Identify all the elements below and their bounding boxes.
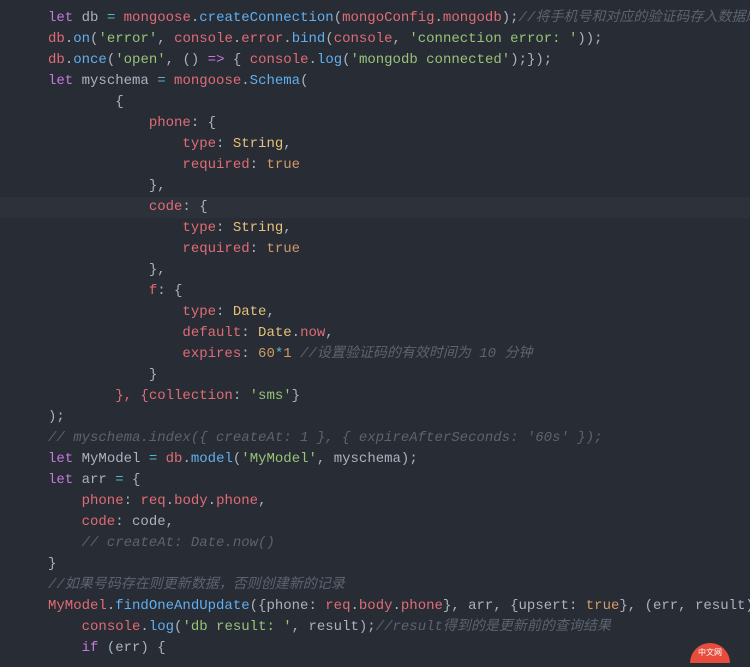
code-line: ); xyxy=(48,407,750,428)
code-line: type: Date, xyxy=(48,302,750,323)
code-line: db.on('error', console.error.bind(consol… xyxy=(48,29,750,50)
code-line: { xyxy=(48,92,750,113)
code-line: required: true xyxy=(48,239,750,260)
code-line: type: String, xyxy=(48,218,750,239)
code-line: if (err) { xyxy=(48,638,750,659)
code-line: let db = mongoose.createConnection(mongo… xyxy=(48,8,750,29)
code-line: required: true xyxy=(48,155,750,176)
code-line: code: code, xyxy=(48,512,750,533)
code-line: // createAt: Date.now() xyxy=(48,533,750,554)
code-line: } xyxy=(48,554,750,575)
code-line: }, xyxy=(48,176,750,197)
code-line: f: { xyxy=(48,281,750,302)
code-line: let MyModel = db.model('MyModel', mysche… xyxy=(48,449,750,470)
code-line: db.once('open', () => { console.log('mon… xyxy=(48,50,750,71)
code-line: expires: 60*1 //设置验证码的有效时间为 10 分钟 xyxy=(48,344,750,365)
code-line: default: Date.now, xyxy=(48,323,750,344)
code-line: type: String, xyxy=(48,134,750,155)
code-line: }, xyxy=(48,260,750,281)
code-line: let myschema = mongoose.Schema( xyxy=(48,71,750,92)
code-line: //如果号码存在则更新数据，否则创建新的记录 xyxy=(48,575,750,596)
code-line: phone: req.body.phone, xyxy=(48,491,750,512)
code-line: phone: { xyxy=(48,113,750,134)
code-line: console.log('db result: ', result);//res… xyxy=(48,617,750,638)
code-line: MyModel.findOneAndUpdate({phone: req.bod… xyxy=(48,596,750,617)
code-line: } xyxy=(48,365,750,386)
code-line-highlighted: code: { xyxy=(0,197,750,218)
code-editor[interactable]: let db = mongoose.createConnection(mongo… xyxy=(48,8,750,659)
code-line: }, {collection: 'sms'} xyxy=(48,386,750,407)
code-line: let arr = { xyxy=(48,470,750,491)
code-line: // myschema.index({ createAt: 1 }, { exp… xyxy=(48,428,750,449)
